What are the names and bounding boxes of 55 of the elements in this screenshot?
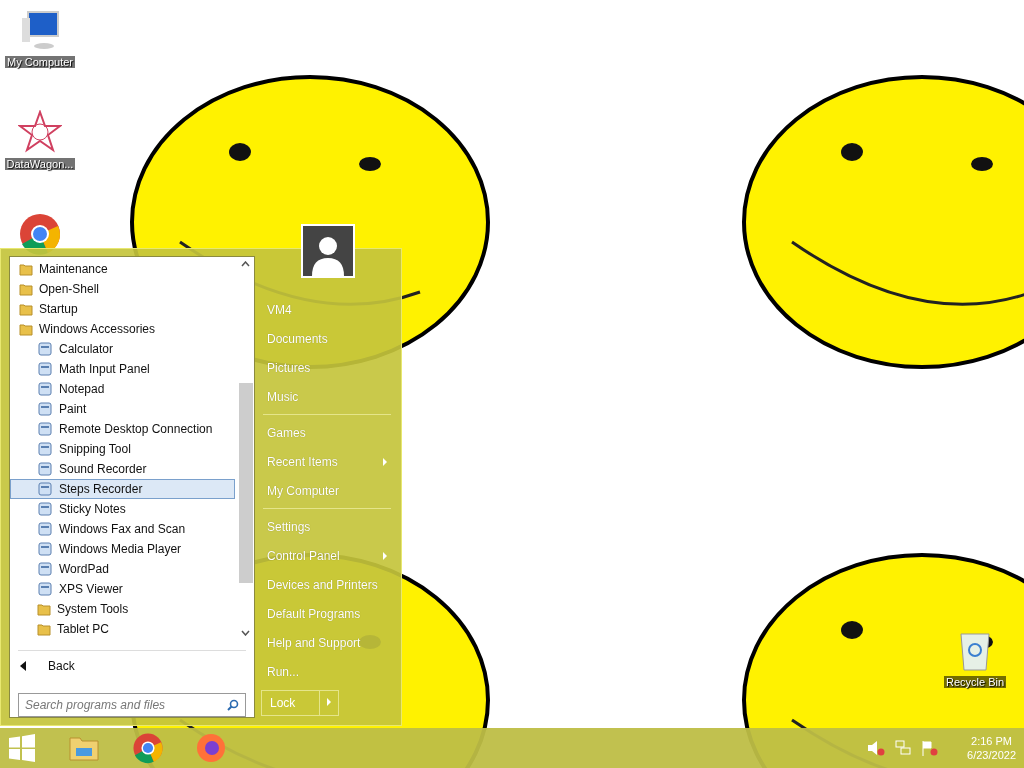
app-icon bbox=[37, 481, 53, 497]
program-item[interactable]: WordPad bbox=[10, 559, 235, 579]
program-item[interactable]: Paint bbox=[10, 399, 235, 419]
program-item[interactable]: Remote Desktop Connection bbox=[10, 419, 235, 439]
program-item[interactable]: Open-Shell bbox=[10, 279, 235, 299]
program-item[interactable]: Windows Media Player bbox=[10, 539, 235, 559]
left-triangle-icon bbox=[20, 661, 26, 671]
search-icon bbox=[227, 699, 239, 711]
recycle-bin-icon bbox=[957, 630, 993, 672]
app-icon bbox=[37, 581, 53, 597]
chevron-down-icon[interactable] bbox=[241, 630, 250, 636]
desktop-icon-label[interactable]: My Computer bbox=[5, 56, 75, 68]
right-triangle-icon bbox=[327, 698, 331, 706]
folder-icon bbox=[19, 262, 33, 276]
chevron-up-icon[interactable] bbox=[241, 261, 250, 267]
app-icon bbox=[37, 521, 53, 537]
app-icon bbox=[37, 561, 53, 577]
fox-browser-icon[interactable] bbox=[196, 733, 226, 763]
folder-icon bbox=[19, 322, 33, 336]
program-item[interactable]: Windows Accessories bbox=[10, 319, 235, 339]
program-item[interactable]: Snipping Tool bbox=[10, 439, 235, 459]
program-item[interactable]: Sound Recorder bbox=[10, 459, 235, 479]
program-item[interactable]: Calculator bbox=[10, 339, 235, 359]
program-item[interactable]: Notepad bbox=[10, 379, 235, 399]
folder-icon bbox=[37, 602, 51, 616]
app-icon bbox=[37, 361, 53, 377]
app-icon bbox=[37, 421, 53, 437]
app-icon bbox=[37, 441, 53, 457]
folder-icon bbox=[37, 622, 51, 636]
program-item[interactable]: Sticky Notes bbox=[10, 499, 235, 519]
folder-icon bbox=[19, 282, 33, 296]
back-button[interactable]: Back bbox=[10, 651, 254, 681]
program-item[interactable]: Tablet PC bbox=[10, 619, 235, 639]
desktop-icon-label[interactable]: DataWagon... bbox=[4, 158, 76, 170]
folder-icon bbox=[19, 302, 33, 316]
desktop-icon-label[interactable]: Recycle Bin bbox=[943, 676, 1007, 688]
program-item[interactable]: Startup bbox=[10, 299, 235, 319]
speaker-muted-icon[interactable] bbox=[867, 740, 886, 756]
flag-alert-icon[interactable] bbox=[921, 740, 940, 756]
browser-icon[interactable] bbox=[132, 732, 164, 764]
star-logo-icon bbox=[18, 110, 62, 154]
app-icon bbox=[37, 501, 53, 517]
app-icon bbox=[37, 461, 53, 477]
app-icon bbox=[37, 541, 53, 557]
program-item[interactable]: XPS Viewer bbox=[10, 579, 235, 599]
program-item[interactable]: Windows Fax and Scan bbox=[10, 519, 235, 539]
program-item[interactable]: System Tools bbox=[10, 599, 235, 619]
app-icon bbox=[37, 341, 53, 357]
app-icon bbox=[37, 381, 53, 397]
user-avatar[interactable] bbox=[301, 224, 355, 278]
program-item[interactable]: Steps Recorder bbox=[10, 479, 235, 499]
program-item[interactable]: Math Input Panel bbox=[10, 359, 235, 379]
app-icon bbox=[37, 401, 53, 417]
search-field[interactable]: Search programs and files bbox=[18, 693, 246, 717]
program-item[interactable]: Maintenance bbox=[10, 259, 235, 279]
